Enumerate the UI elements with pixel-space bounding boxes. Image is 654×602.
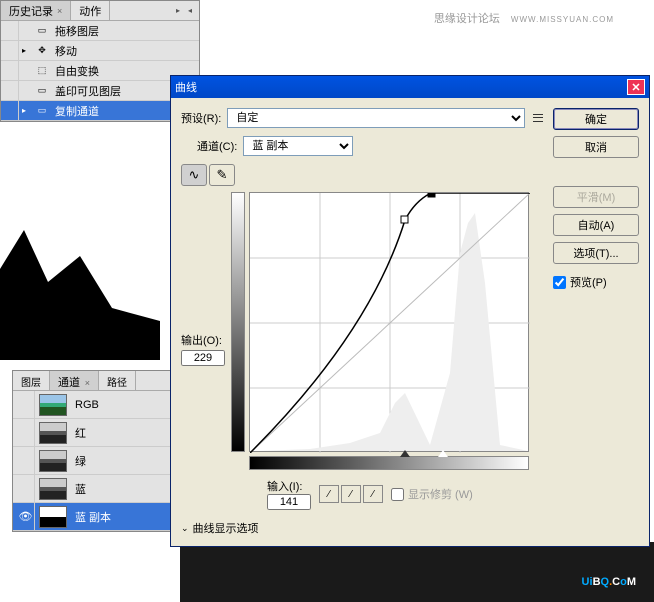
channel-thumbnail	[39, 422, 67, 444]
curve-point[interactable]	[428, 193, 435, 197]
curve-point[interactable]	[401, 216, 408, 223]
cancel-button[interactable]: 取消	[553, 136, 639, 158]
preset-select[interactable]: 自定	[227, 108, 525, 128]
ok-button[interactable]: 确定	[553, 108, 639, 130]
eyedropper-black-icon[interactable]: ⁄	[319, 485, 339, 503]
history-step-icon: ▭	[33, 24, 51, 38]
output-input[interactable]	[181, 350, 225, 366]
channel-thumbnail	[39, 506, 67, 528]
tab-paths[interactable]: 路径	[99, 371, 136, 390]
history-item-label: 拖移图层	[55, 23, 99, 39]
channel-thumbnail	[39, 478, 67, 500]
history-item-label: 复制通道	[55, 103, 99, 119]
visibility-toggle[interactable]	[5, 21, 19, 40]
visibility-toggle[interactable]	[5, 81, 19, 100]
watermark-url: WWW.MISSYUAN.COM	[511, 15, 614, 24]
curve-graph[interactable]	[249, 192, 529, 452]
history-step-icon: ▭	[33, 104, 51, 118]
slider-white-icon[interactable]	[438, 450, 448, 457]
pencil-tool-icon[interactable]: ✎	[209, 164, 235, 186]
preview-checkbox[interactable]: 预览(P)	[553, 274, 639, 290]
close-icon[interactable]: ×	[85, 378, 90, 388]
channel-thumbnail	[39, 394, 67, 416]
curve-tool-icon[interactable]: ∿	[181, 164, 207, 186]
visibility-eye-icon[interactable]	[17, 391, 35, 418]
visibility-toggle[interactable]	[5, 101, 19, 120]
smooth-button: 平滑(M)	[553, 186, 639, 208]
visibility-toggle[interactable]	[5, 41, 19, 60]
tab-channels[interactable]: 通道 ×	[50, 371, 99, 390]
options-button[interactable]: 选项(T)...	[553, 242, 639, 264]
watermark-top: 思缘设计论坛 WWW.MISSYUAN.COM	[434, 10, 614, 26]
display-options-toggle[interactable]: ⌄ 曲线显示选项	[181, 520, 545, 536]
history-item[interactable]: ▸ ✥ 移动	[1, 41, 199, 61]
menu-icon[interactable]	[531, 111, 545, 125]
history-item-label: 移动	[55, 43, 77, 59]
slider-black-icon[interactable]	[400, 450, 410, 457]
history-step-icon: ⬚	[33, 64, 51, 78]
history-header: 历史记录× 动作 ▸ ◂	[1, 1, 199, 21]
input-input[interactable]	[267, 494, 311, 510]
curves-dialog: 曲线 ✕ 预设(R): 自定 通道(C): 蓝 副本 ∿ ✎ 输出(O):	[170, 75, 650, 547]
eyedropper-white-icon[interactable]: ⁄	[363, 485, 383, 503]
chevron-down-icon: ⌄	[181, 523, 189, 534]
history-item-label: 自由变换	[55, 63, 99, 79]
visibility-eye-icon[interactable]	[17, 419, 35, 446]
channel-select[interactable]: 蓝 副本	[243, 136, 353, 156]
channel-label: 通道(C):	[197, 138, 237, 154]
horizontal-gradient[interactable]	[249, 456, 529, 470]
vertical-gradient	[231, 192, 245, 452]
output-label: 输出(O):	[181, 332, 225, 348]
tab-history[interactable]: 历史记录×	[1, 1, 71, 20]
eyedropper-gray-icon[interactable]: ⁄	[341, 485, 361, 503]
history-step-icon: ✥	[33, 44, 51, 58]
close-icon[interactable]: ×	[57, 6, 62, 16]
visibility-eye-icon[interactable]	[17, 447, 35, 474]
input-label: 输入(I):	[267, 481, 302, 493]
arrow-icon: ▸	[19, 46, 29, 55]
auto-button[interactable]: 自动(A)	[553, 214, 639, 236]
channel-thumbnail	[39, 450, 67, 472]
tab-layers[interactable]: 图层	[13, 371, 50, 390]
history-tabs: 历史记录× 动作	[1, 1, 110, 20]
tab-actions[interactable]: 动作	[71, 1, 110, 20]
watermark-bottom: UiBQ.CoM	[582, 569, 636, 590]
visibility-toggle[interactable]	[5, 61, 19, 80]
image-silhouette	[0, 230, 160, 360]
show-clipping-checkbox[interactable]: 显示修剪 (W)	[391, 486, 473, 502]
history-step-icon: ▭	[33, 84, 51, 98]
panel-controls: ▸ ◂	[173, 6, 199, 16]
history-item[interactable]: ▭ 拖移图层	[1, 21, 199, 41]
dialog-title-text: 曲线	[175, 79, 197, 95]
channel-name: 蓝 副本	[71, 509, 179, 525]
arrow-icon: ▸	[19, 106, 29, 115]
close-button[interactable]: ✕	[627, 79, 645, 95]
visibility-eye-icon[interactable]: 👁	[17, 503, 35, 530]
watermark-text: 思缘设计论坛	[434, 13, 500, 25]
history-item-label: 盖印可见图层	[55, 83, 121, 99]
visibility-eye-icon[interactable]	[17, 475, 35, 502]
dialog-titlebar[interactable]: 曲线 ✕	[171, 76, 649, 98]
chevron-right-icon[interactable]: ▸	[173, 6, 183, 16]
preset-label: 预设(R):	[181, 110, 221, 126]
chevron-left-icon[interactable]: ◂	[185, 6, 195, 16]
